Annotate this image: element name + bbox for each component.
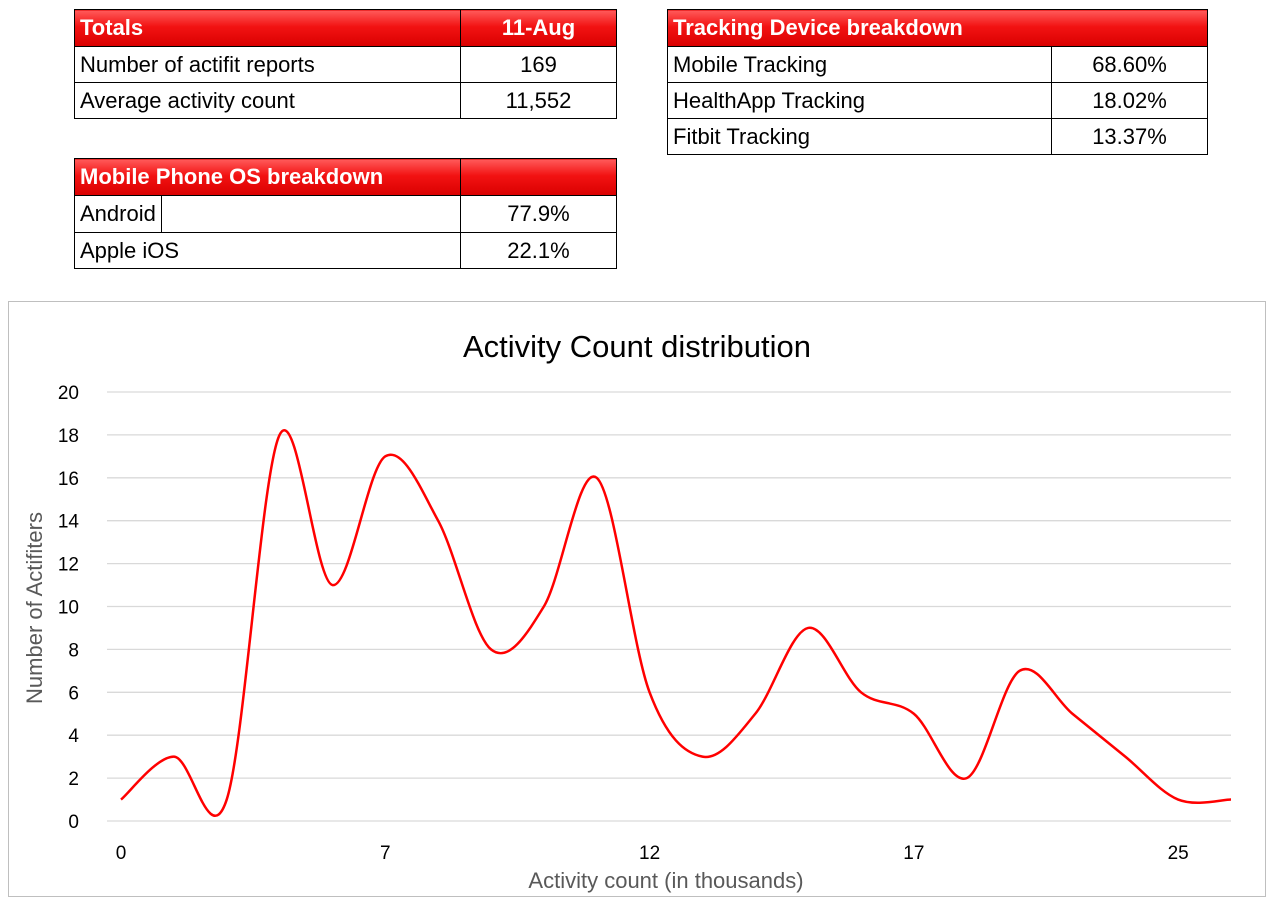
- y-tick-label: 18: [58, 426, 79, 447]
- totals-row-label: Average activity count: [74, 82, 461, 119]
- y-tick-label: 4: [68, 726, 79, 747]
- os-header-empty: [460, 158, 617, 196]
- y-tick-label: 14: [58, 512, 80, 533]
- totals-row-value: 169: [460, 46, 617, 83]
- totals-row-value: 11,552: [460, 82, 617, 119]
- os-row-label: Android: [76, 196, 162, 232]
- tracking-header-row: Tracking Device breakdown: [667, 9, 1208, 47]
- y-axis-label: Number of Actifiters: [22, 512, 47, 704]
- tracking-row-label: Mobile Tracking: [667, 46, 1052, 83]
- totals-header-date: 11-Aug: [460, 9, 617, 47]
- tracking-row-value: 68.60%: [1051, 46, 1208, 83]
- os-header-label: Mobile Phone OS breakdown: [74, 158, 461, 196]
- table-row: HealthApp Tracking 18.02%: [667, 82, 1208, 119]
- table-row: Fitbit Tracking 13.37%: [667, 118, 1208, 155]
- x-axis-label: Activity count (in thousands): [528, 868, 803, 893]
- y-tick-label: 10: [58, 598, 79, 619]
- grid-lines: [107, 391, 1231, 822]
- y-tick-label: 16: [58, 469, 79, 490]
- y-tick-label: 12: [58, 555, 79, 576]
- os-header-row: Mobile Phone OS breakdown: [74, 158, 617, 196]
- x-tick-label: 0: [116, 843, 127, 864]
- series-line: [120, 429, 1232, 818]
- y-tick-label: 6: [68, 683, 79, 704]
- activity-chart: 0 2 4 6 8 10 12 14 16 18 20 0 7 12 17 25 Activity Coun…: [8, 301, 1266, 897]
- tracking-header-label: Tracking Device breakdown: [667, 9, 1208, 47]
- table-row: Apple iOS 22.1%: [74, 232, 617, 269]
- table-row: Average activity count 11,552: [74, 82, 617, 119]
- os-row-value: 77.9%: [460, 195, 617, 233]
- totals-table: Totals 11-Aug Number of actifit reports …: [74, 9, 617, 119]
- x-tick-label: 25: [1168, 843, 1189, 864]
- x-tick-label: 12: [639, 843, 660, 864]
- x-tick-label: 17: [903, 843, 924, 864]
- y-tick-labels: 0 2 4 6 8 10 12 14 16 18 20: [58, 383, 80, 833]
- y-tick-label: 0: [68, 812, 79, 833]
- x-tick-label: 7: [380, 843, 391, 864]
- y-tick-label: 2: [68, 769, 79, 790]
- tracking-device-table: Tracking Device breakdown Mobile Trackin…: [667, 9, 1208, 155]
- activity-chart-svg: 0 2 4 6 8 10 12 14 16 18 20 0 7 12 17 25 Activity Coun…: [22, 329, 1232, 893]
- tracking-row-label: Fitbit Tracking: [667, 118, 1052, 155]
- chart-title: Activity Count distribution: [463, 329, 811, 364]
- table-row: Number of actifit reports 169: [74, 46, 617, 83]
- tracking-row-value: 13.37%: [1051, 118, 1208, 155]
- table-row: Mobile Tracking 68.60%: [667, 46, 1208, 83]
- tracking-row-label: HealthApp Tracking: [667, 82, 1052, 119]
- totals-row-label: Number of actifit reports: [74, 46, 461, 83]
- totals-header-label: Totals: [74, 9, 461, 47]
- tracking-row-value: 18.02%: [1051, 82, 1208, 119]
- mobile-os-table: Mobile Phone OS breakdown Android 77.9% …: [74, 158, 617, 269]
- x-tick-labels: 0 7 12 17 25: [116, 843, 1189, 864]
- totals-header-row: Totals 11-Aug: [74, 9, 617, 47]
- y-tick-label: 20: [58, 383, 79, 404]
- table-row: Android 77.9%: [74, 195, 617, 233]
- os-row-label: Apple iOS: [74, 232, 461, 269]
- y-tick-label: 8: [68, 640, 79, 661]
- os-row-value: 22.1%: [460, 232, 617, 269]
- os-row-label-cell: Android: [74, 195, 461, 233]
